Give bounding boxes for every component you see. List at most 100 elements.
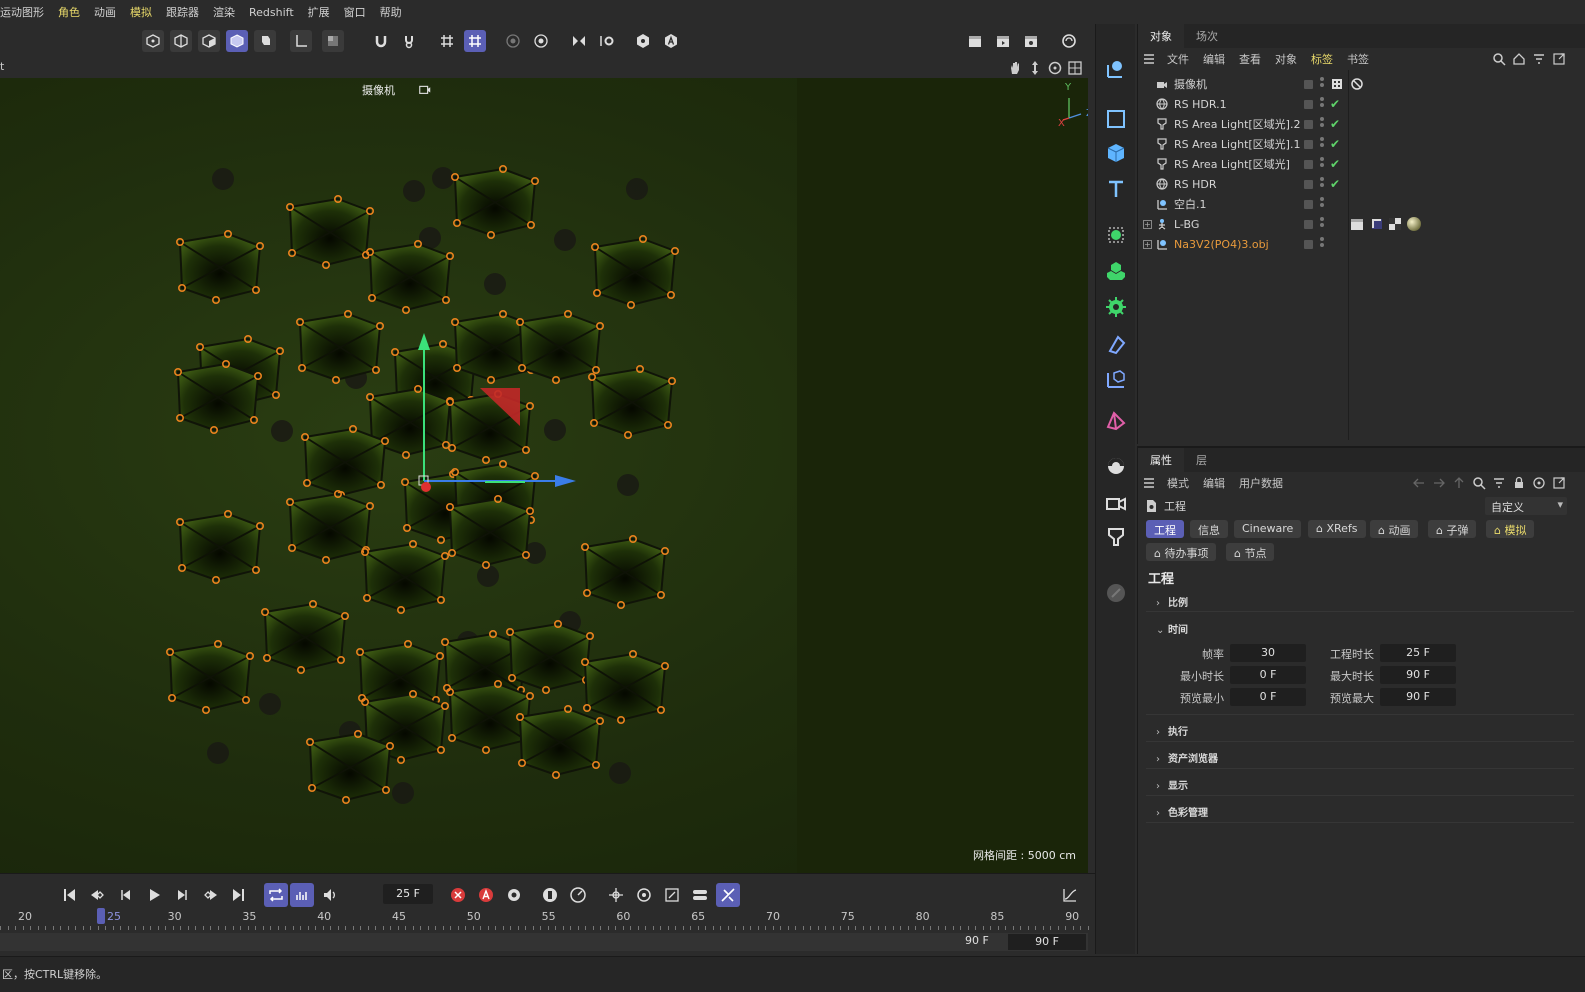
group-execution[interactable]: › 执行 <box>1156 723 1188 738</box>
tab-attributes[interactable]: 属性 <box>1138 448 1184 472</box>
tab-takes[interactable]: 场次 <box>1184 24 1230 48</box>
group-asset-browser[interactable]: › 资产浏览器 <box>1156 750 1218 765</box>
object-row[interactable]: RS Area Light[区域光].1 ✔ <box>1138 134 1585 154</box>
scale-key-button[interactable] <box>660 883 684 907</box>
visibility-toggle[interactable] <box>1304 139 1313 149</box>
scene-button[interactable] <box>1103 366 1129 392</box>
pan-hand-icon[interactable] <box>1007 60 1023 76</box>
pill-todo[interactable]: ⌂ 待办事项 <box>1146 543 1217 561</box>
material-sphere-icon[interactable] <box>1406 216 1422 232</box>
visibility-toggle[interactable] <box>1304 199 1313 209</box>
points-mode-button[interactable] <box>142 30 164 52</box>
camera-label[interactable]: 摄像机 <box>362 82 395 98</box>
preview-max-field[interactable]: 90 F <box>1380 688 1456 706</box>
menu-help[interactable]: 帮助 <box>373 4 409 20</box>
param-key-button[interactable] <box>688 883 712 907</box>
enabled-check[interactable]: ✔ <box>1330 117 1340 131</box>
menu-simulate[interactable]: 模拟 <box>123 4 159 20</box>
duration-field[interactable]: 25 F <box>1380 644 1456 662</box>
deformer-button[interactable] <box>1103 332 1129 358</box>
go-to-start-button[interactable] <box>58 883 82 907</box>
filter-icon[interactable] <box>1492 476 1506 490</box>
render-dots[interactable] <box>1320 97 1324 111</box>
enabled-check[interactable]: ✔ <box>1330 137 1340 151</box>
move-view-icon[interactable] <box>1027 60 1043 76</box>
menu-redshift[interactable]: Redshift <box>242 6 301 19</box>
om-menu-file[interactable]: 文件 <box>1160 51 1196 67</box>
pill-project[interactable]: 工程 <box>1146 520 1184 538</box>
object-row[interactable]: + L-BG <box>1138 214 1585 234</box>
playhead[interactable] <box>97 908 105 924</box>
symmetry-button[interactable] <box>568 30 590 52</box>
om-menu-view[interactable]: 查看 <box>1232 51 1268 67</box>
render-region-button[interactable] <box>502 30 524 52</box>
object-row[interactable]: RS HDR.1 ✔ <box>1138 94 1585 114</box>
redshift-ipr-button[interactable] <box>1058 30 1080 52</box>
home-icon[interactable] <box>1512 52 1526 66</box>
menu-mograph[interactable]: 运动图形 <box>0 4 51 20</box>
record-button[interactable] <box>446 883 470 907</box>
compositing-tag-icon[interactable] <box>1370 217 1384 231</box>
null-object-button[interactable] <box>1103 56 1129 82</box>
loop-button[interactable] <box>264 883 288 907</box>
render-dots[interactable] <box>1320 77 1324 91</box>
render-to-viewer-button[interactable] <box>992 30 1014 52</box>
menu-animation[interactable]: 动画 <box>87 4 123 20</box>
target-icon[interactable] <box>1532 476 1546 490</box>
visibility-toggle[interactable] <box>1304 239 1313 249</box>
prev-frame-button[interactable] <box>114 883 138 907</box>
group-display[interactable]: › 显示 <box>1156 777 1188 792</box>
go-to-end-button[interactable] <box>226 883 250 907</box>
render-dots[interactable] <box>1320 137 1324 151</box>
object-row[interactable]: + Na3V2(PO4)3.obj <box>1138 234 1585 254</box>
autokey-button[interactable] <box>474 883 498 907</box>
visibility-toggle[interactable] <box>1304 119 1313 129</box>
fps-field[interactable]: 30 <box>1230 644 1306 662</box>
object-mode-button[interactable] <box>254 30 276 52</box>
point-level-key-button[interactable] <box>716 883 740 907</box>
edges-mode-button[interactable] <box>170 30 192 52</box>
snap-button[interactable] <box>370 30 392 52</box>
next-frame-button[interactable] <box>170 883 194 907</box>
am-menu-userdata[interactable]: 用户数据 <box>1232 475 1290 491</box>
render-dots[interactable] <box>1320 177 1324 191</box>
polygons-mode-button[interactable] <box>198 30 220 52</box>
expand-toggle[interactable]: + <box>1143 219 1152 229</box>
hamburger-icon[interactable] <box>1142 52 1156 66</box>
back-arrow-icon[interactable] <box>1412 476 1426 490</box>
object-row[interactable]: RS HDR ✔ <box>1138 174 1585 194</box>
camera-link-icon[interactable] <box>418 82 432 96</box>
timeline-keys-button[interactable] <box>290 883 314 907</box>
object-row[interactable]: 空白.1 <box>1138 194 1585 214</box>
spline-rect-button[interactable] <box>1103 106 1129 132</box>
hexagon-button[interactable] <box>632 30 654 52</box>
menu-character[interactable]: 角色 <box>51 4 87 20</box>
position-key-button[interactable] <box>604 883 628 907</box>
frame-ruler[interactable]: 20 30 35 40 45 50 55 60 65 70 75 80 85 90 <box>0 908 1089 930</box>
light-object-button[interactable] <box>1103 524 1129 550</box>
menu-window[interactable]: 窗口 <box>337 4 373 20</box>
pill-bullet[interactable]: ⌂ 子弹 <box>1428 520 1477 538</box>
expand-toggle[interactable]: + <box>1143 239 1152 249</box>
text-tool-button[interactable] <box>1103 176 1129 202</box>
current-frame-field[interactable]: 25 F <box>383 884 433 904</box>
om-menu-tags[interactable]: 标签 <box>1304 51 1340 67</box>
cloner-button[interactable] <box>1103 222 1129 248</box>
layout-dropdown[interactable]: 自定义 <box>1485 497 1567 515</box>
axis-mode-button[interactable] <box>290 30 312 52</box>
workplane-button[interactable] <box>464 30 486 52</box>
visibility-toggle[interactable] <box>1304 159 1313 169</box>
object-row[interactable]: RS Area Light[区域光] ✔ <box>1138 154 1585 174</box>
om-menu-object[interactable]: 对象 <box>1268 51 1304 67</box>
am-menu-edit[interactable]: 编辑 <box>1196 475 1232 491</box>
render-dots[interactable] <box>1320 197 1324 211</box>
disabled-tag-icon[interactable] <box>1350 77 1364 91</box>
pill-info[interactable]: 信息 <box>1190 520 1228 538</box>
visibility-toggle[interactable] <box>1304 99 1313 109</box>
expand-icon[interactable] <box>1552 52 1566 66</box>
viewport-menu-fragment[interactable]: t <box>0 60 4 73</box>
disabled-tool-button[interactable] <box>1103 580 1129 606</box>
checker-tag-icon[interactable] <box>1388 217 1402 231</box>
enabled-check[interactable]: ✔ <box>1330 157 1340 171</box>
range-end-field[interactable]: 90 F <box>1008 934 1086 950</box>
